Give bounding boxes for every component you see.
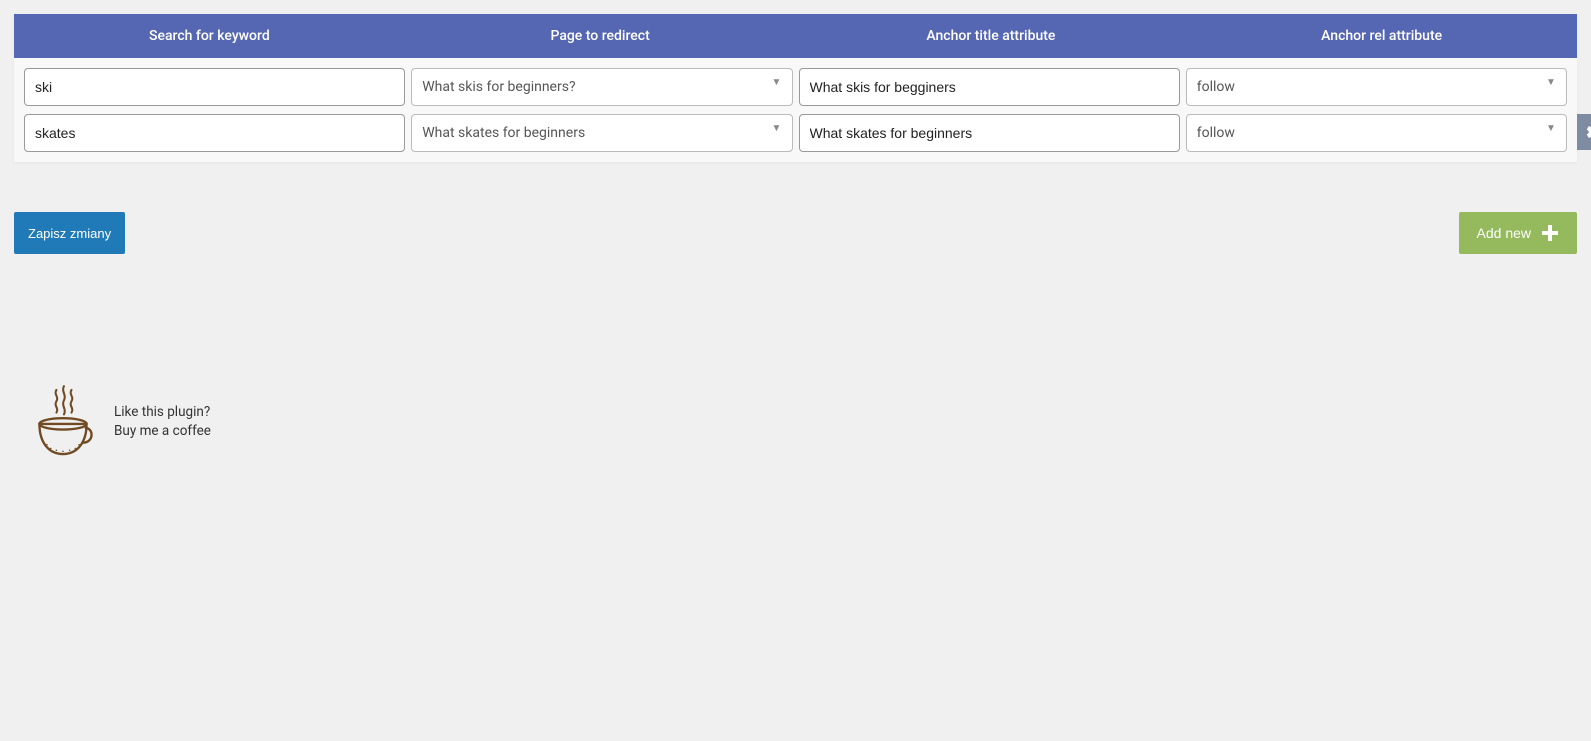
rel-select[interactable]: follow ▼ [1186,114,1567,152]
chevron-down-icon: ▼ [768,119,786,137]
coffee-icon [30,384,96,460]
promo-line-1: Like this plugin? [114,403,211,422]
header-title-attr: Anchor title attribute [796,28,1187,44]
keyword-input[interactable] [24,68,405,106]
chevron-down-icon: ▼ [1542,73,1560,91]
save-button[interactable]: Zapisz zmiany [14,212,125,254]
table-header: Search for keyword Page to redirect Anch… [14,14,1577,58]
gear-icon [1585,122,1591,142]
table-row: What skis for beginners? ▼ follow ▼ [24,68,1567,106]
header-keyword: Search for keyword [14,28,405,44]
promo-section[interactable]: Like this plugin? Buy me a coffee [30,384,1591,460]
add-new-label: Add new [1477,225,1531,241]
promo-line-2: Buy me a coffee [114,422,211,441]
redirect-select[interactable]: What skis for beginners? ▼ [411,68,792,106]
row-settings-button[interactable] [1577,114,1591,150]
rel-select[interactable]: follow ▼ [1186,68,1567,106]
title-attr-input[interactable] [799,68,1180,106]
rows-area: What skis for beginners?▼follow▼What ska… [14,58,1577,162]
chevron-down-icon: ▼ [1542,119,1560,137]
rel-value: follow [1197,79,1235,95]
chevron-down-icon: ▼ [768,73,786,91]
header-redirect: Page to redirect [405,28,796,44]
add-new-button[interactable]: Add new [1459,212,1577,254]
keyword-input[interactable] [24,114,405,152]
redirect-value: What skis for beginners? [422,79,575,95]
plus-icon [1541,224,1559,242]
promo-text: Like this plugin? Buy me a coffee [114,403,211,441]
table-row: What skates for beginners ▼ follow ▼ [24,114,1567,152]
header-rel-attr: Anchor rel attribute [1186,28,1577,44]
rules-panel: Search for keyword Page to redirect Anch… [14,14,1577,162]
redirect-select[interactable]: What skates for beginners ▼ [411,114,792,152]
title-attr-input[interactable] [799,114,1180,152]
redirect-value: What skates for beginners [422,125,585,141]
rel-value: follow [1197,125,1235,141]
row-actions [1577,114,1591,150]
